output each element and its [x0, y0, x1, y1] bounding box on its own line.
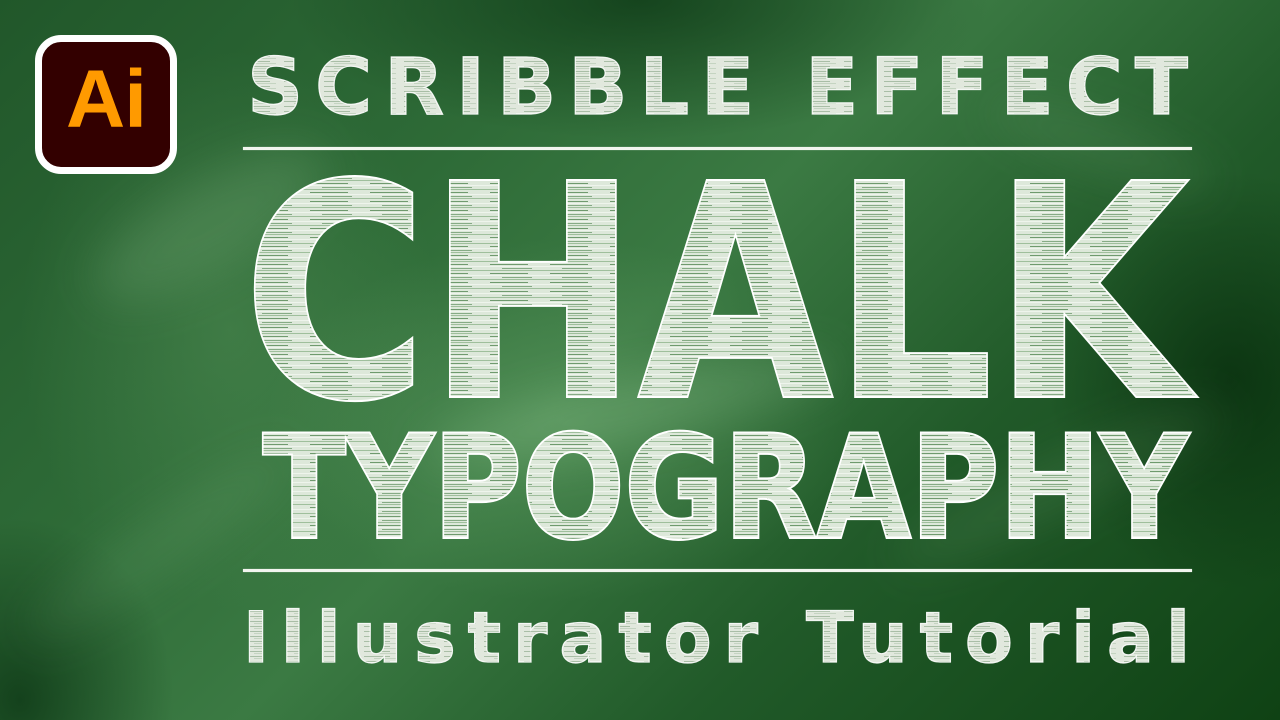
title-typography: TYPOGRAPHY — [263, 406, 1190, 571]
subtitle-bottom: Illustrator Tutorial — [243, 597, 1190, 679]
chalk-typography: SCRIBBLE EFFECT CHALK TYPOGRAPHY Illustr… — [241, 42, 1199, 679]
chalkboard-background: Ai SCRIBBLE EFFECT CHALK TYPOGRAPHY Illu… — [0, 0, 1280, 720]
subtitle-top: SCRIBBLE EFFECT — [247, 43, 1188, 133]
